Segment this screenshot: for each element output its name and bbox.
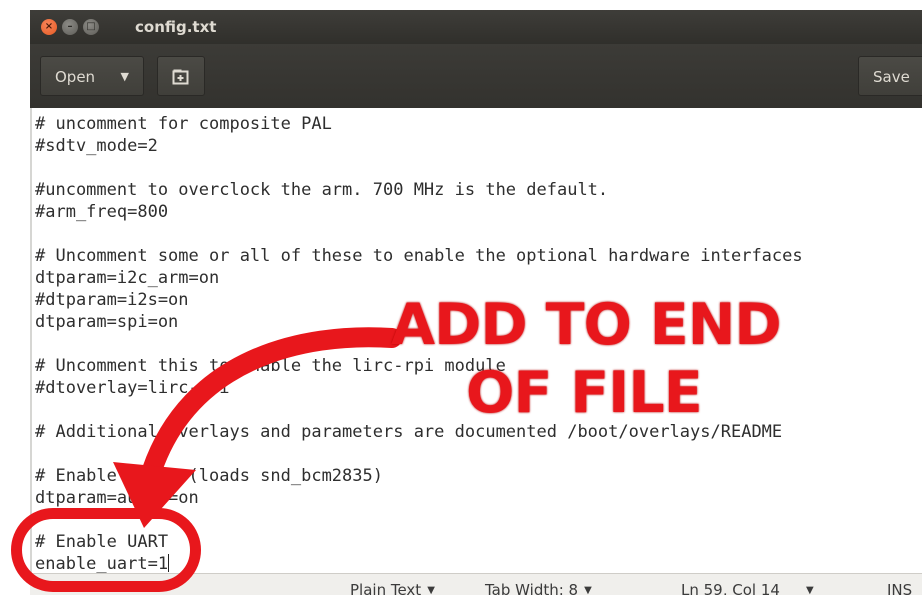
annotation-text-line2: OF FILE — [466, 360, 703, 426]
highlight-circle — [11, 508, 201, 592]
annotation-text-line1: ADD TO END — [391, 292, 782, 358]
